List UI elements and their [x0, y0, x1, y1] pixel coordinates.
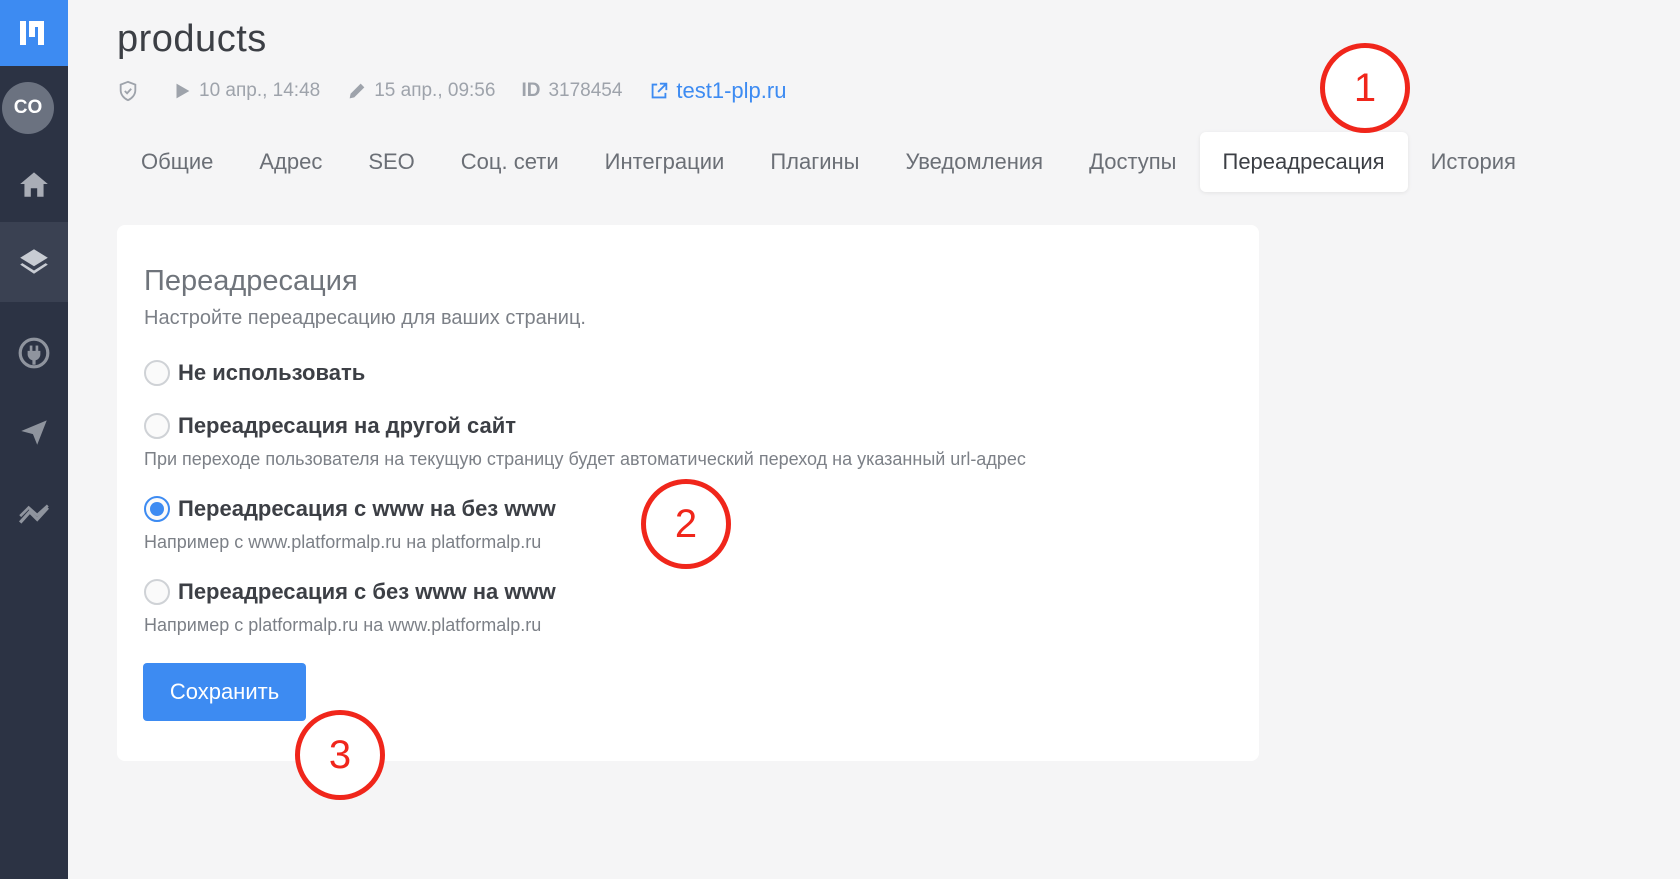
tab-social[interactable]: Соц. сети: [438, 132, 582, 192]
edited-date: 15 апр., 09:56: [346, 80, 495, 102]
page-meta: 10 апр., 14:48 15 апр., 09:56 ID 3178454…: [117, 76, 812, 106]
tab-history[interactable]: История: [1408, 132, 1539, 192]
page-id: ID 3178454: [521, 80, 623, 101]
option-hint: Например с www.platformalp.ru на platfor…: [144, 532, 542, 552]
sidebar: CO: [0, 0, 68, 879]
option-hint: Например с platformalp.ru на www.platfor…: [144, 615, 542, 635]
tab-integrations[interactable]: Интеграции: [582, 132, 748, 192]
pencil-icon: [349, 83, 365, 99]
logo-icon[interactable]: [0, 0, 68, 66]
sidebar-item-send[interactable]: [0, 392, 68, 472]
radio-nonwww-to-www[interactable]: [144, 579, 170, 605]
annotation-marker-1: 1: [1320, 43, 1410, 133]
radio-none[interactable]: [144, 360, 170, 386]
section-title: Переадресация: [144, 265, 358, 297]
avatar[interactable]: CO: [2, 82, 54, 134]
option-other-site[interactable]: Переадресация на другой сайт: [144, 413, 516, 439]
save-button[interactable]: Сохранить: [143, 663, 306, 721]
tab-access[interactable]: Доступы: [1066, 132, 1199, 192]
play-icon: [176, 83, 190, 99]
option-hint: При переходе пользователя на текущую стр…: [144, 449, 1026, 469]
radio-www-to-nonwww[interactable]: [144, 496, 170, 522]
sidebar-item-analytics[interactable]: [0, 474, 68, 554]
plug-icon: [18, 337, 50, 369]
option-nonwww-to-www[interactable]: Переадресация с без www на www: [144, 579, 556, 605]
tab-address[interactable]: Адрес: [236, 132, 345, 192]
tab-general[interactable]: Общие: [118, 132, 236, 192]
option-none[interactable]: Не использовать: [144, 360, 365, 386]
tab-seo[interactable]: SEO: [345, 132, 437, 192]
settings-tabs: Общие Адрес SEO Соц. сети Интеграции Пла…: [118, 132, 1539, 192]
radio-other-site[interactable]: [144, 413, 170, 439]
send-icon: [21, 420, 47, 445]
external-link-icon: [652, 82, 668, 99]
option-www-to-nonwww[interactable]: Переадресация с www на без www: [144, 496, 556, 522]
sidebar-item-pages[interactable]: [0, 222, 68, 302]
annotation-marker-3: 3: [295, 710, 385, 800]
section-description: Настройте переадресацию для ваших страни…: [144, 307, 586, 329]
domain-link[interactable]: test1-plp.ru: [648, 78, 786, 104]
page-title: products: [117, 18, 267, 60]
tab-redirect[interactable]: Переадресация: [1199, 132, 1408, 192]
tab-notifications[interactable]: Уведомления: [883, 132, 1067, 192]
shield-check-icon: [119, 80, 137, 102]
tab-plugins[interactable]: Плагины: [747, 132, 882, 192]
published-date: 10 апр., 14:48: [171, 80, 320, 102]
protection-status[interactable]: [117, 80, 145, 102]
sidebar-item-integrations[interactable]: [0, 313, 68, 393]
layers-icon: [20, 249, 48, 274]
sidebar-item-home[interactable]: [0, 144, 68, 224]
home-icon: [20, 172, 48, 197]
annotation-marker-2: 2: [641, 479, 731, 569]
analytics-icon: [19, 504, 49, 524]
